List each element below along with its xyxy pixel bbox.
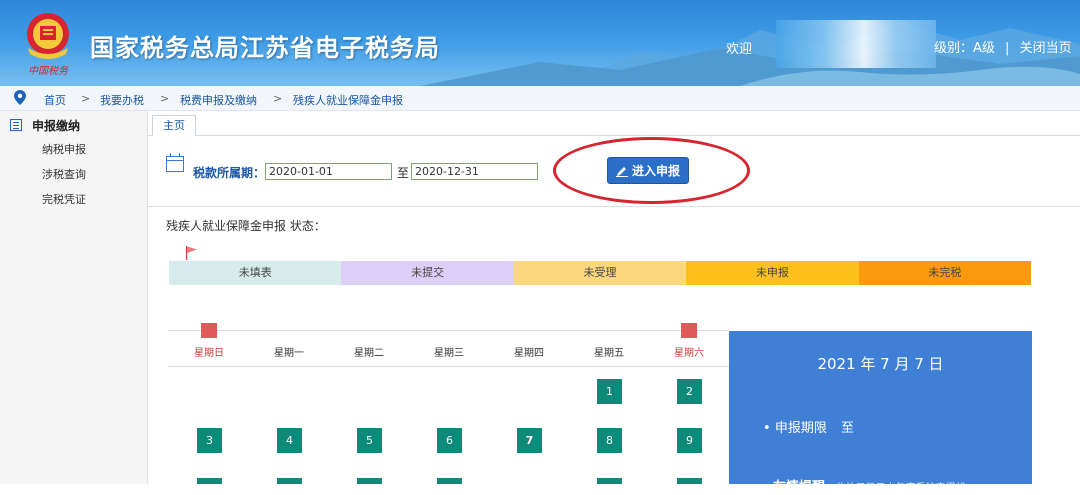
breadcrumb-current: 残疾人就业保障金申报: [293, 94, 403, 107]
tax-emblem-logo: 中国税务: [27, 13, 69, 77]
status-segment: 未提交: [341, 261, 514, 285]
weekday-label: 星期五: [594, 348, 624, 359]
logo-caption: 中国税务: [28, 65, 69, 77]
separator: |: [1005, 41, 1010, 56]
calendar-day-partial: [677, 478, 702, 484]
calendar-day[interactable]: 2: [677, 379, 702, 404]
status-segment: 未完税: [858, 261, 1032, 285]
bullet-icon: •: [763, 421, 771, 436]
calendar-icon: [166, 153, 184, 172]
breadcrumb-declare-pay[interactable]: 税费申报及缴纳: [180, 92, 257, 108]
calendar-top-line: [168, 330, 729, 331]
info-panel: 2021 年 7 月 7 日 • 申报期限 至 友情提醒 此处只显示本年度系统申…: [729, 331, 1032, 495]
calendar-day[interactable]: 1: [597, 379, 622, 404]
site-title: 国家税务总局江苏省电子税务局: [90, 34, 440, 62]
credit-level: 级别：A级: [934, 41, 995, 56]
calendar-day-partial: [597, 478, 622, 484]
calendar-day[interactable]: 5: [357, 428, 382, 453]
period-to-label: 至: [397, 166, 410, 180]
sidebar-item-tax-receipt[interactable]: 完税凭证: [42, 191, 86, 207]
weekend-marker-sunday: [201, 323, 217, 338]
period-label: 税款所属期：: [193, 166, 266, 180]
calendar-day[interactable]: 7: [517, 428, 542, 453]
friendly-reminder: 友情提醒 此处只显示本年度系统申报状: [773, 476, 966, 495]
menu-list-icon: [10, 119, 22, 131]
breadcrumb-arrow: >: [81, 92, 91, 105]
breadcrumb: 首页 > 我要办税 > 税费申报及缴纳 > 残疾人就业保障金申报: [0, 86, 1080, 111]
calendar-day-partial: [197, 478, 222, 484]
location-pin-icon: [14, 90, 26, 105]
status-segment: 未填表: [169, 261, 342, 285]
reminder-label: 友情提醒: [773, 480, 826, 495]
header-user-links: 级别：A级 | 关闭当页: [934, 37, 1072, 56]
site-header: 中国税务 国家税务总局江苏省电子税务局 欢迎 级别：A级 | 关闭当页: [0, 0, 1080, 86]
weekday-label: 星期三: [434, 348, 464, 359]
status-flag-icon: [186, 246, 197, 260]
welcome-text: 欢迎: [726, 42, 753, 57]
redacted-username: [776, 20, 936, 68]
deadline-line: • 申报期限 至: [763, 417, 854, 436]
calendar-day[interactable]: 8: [597, 428, 622, 453]
status-segment: 未申报: [686, 261, 859, 285]
deadline-value: 至: [840, 421, 854, 436]
sidebar: 申报缴纳 纳税申报 涉税查询 完税凭证: [0, 111, 148, 484]
status-progress-bar: 未填表 未提交 未受理 未申报 未完税: [169, 261, 1032, 285]
sidebar-heading: 申报缴纳: [32, 119, 81, 133]
pencil-icon: [616, 167, 628, 177]
breadcrumb-arrow: >: [160, 92, 170, 105]
calendar-day[interactable]: 4: [277, 428, 302, 453]
weekday-label: 星期日: [194, 348, 224, 359]
close-page-link[interactable]: 关闭当页: [1020, 41, 1072, 56]
period-end-input[interactable]: [411, 163, 538, 180]
calendar-day-partial: [277, 478, 302, 484]
weekday-label: 星期四: [514, 348, 544, 359]
period-start-input[interactable]: [265, 163, 392, 180]
deadline-label: 申报期限: [774, 421, 827, 436]
current-date: 2021 年 7 月 7 日: [817, 355, 944, 373]
weekday-label: 星期一: [274, 348, 304, 359]
calendar-day[interactable]: 9: [677, 428, 702, 453]
enter-declare-button[interactable]: 进入申报: [607, 157, 689, 184]
calendar-day-partial: [357, 478, 382, 484]
calendar-day[interactable]: 6: [437, 428, 462, 453]
tab-home[interactable]: 主页: [152, 115, 196, 136]
status-title: 残疾人就业保障金申报 状态：: [166, 219, 326, 233]
weekday-label: 星期六: [674, 348, 704, 359]
calendar-header-line: [168, 366, 729, 367]
weekday-label: 星期二: [354, 348, 384, 359]
calendar-day-partial: [437, 478, 462, 484]
status-segment: 未受理: [513, 261, 687, 285]
section-divider: [148, 206, 1080, 207]
breadcrumb-home[interactable]: 首页: [44, 92, 66, 108]
sidebar-item-tax-query[interactable]: 涉税查询: [42, 166, 86, 182]
breadcrumb-tax-service[interactable]: 我要办税: [100, 92, 144, 108]
reminder-text: 此处只显示本年度系统申报状: [835, 483, 966, 494]
breadcrumb-arrow: >: [273, 92, 283, 105]
tab-bar: 主页: [148, 111, 1080, 136]
calendar-day[interactable]: 3: [197, 428, 222, 453]
weekend-marker-saturday: [681, 323, 697, 338]
enter-declare-label: 进入申报: [632, 164, 681, 178]
sidebar-item-tax-declare[interactable]: 纳税申报: [42, 141, 86, 157]
